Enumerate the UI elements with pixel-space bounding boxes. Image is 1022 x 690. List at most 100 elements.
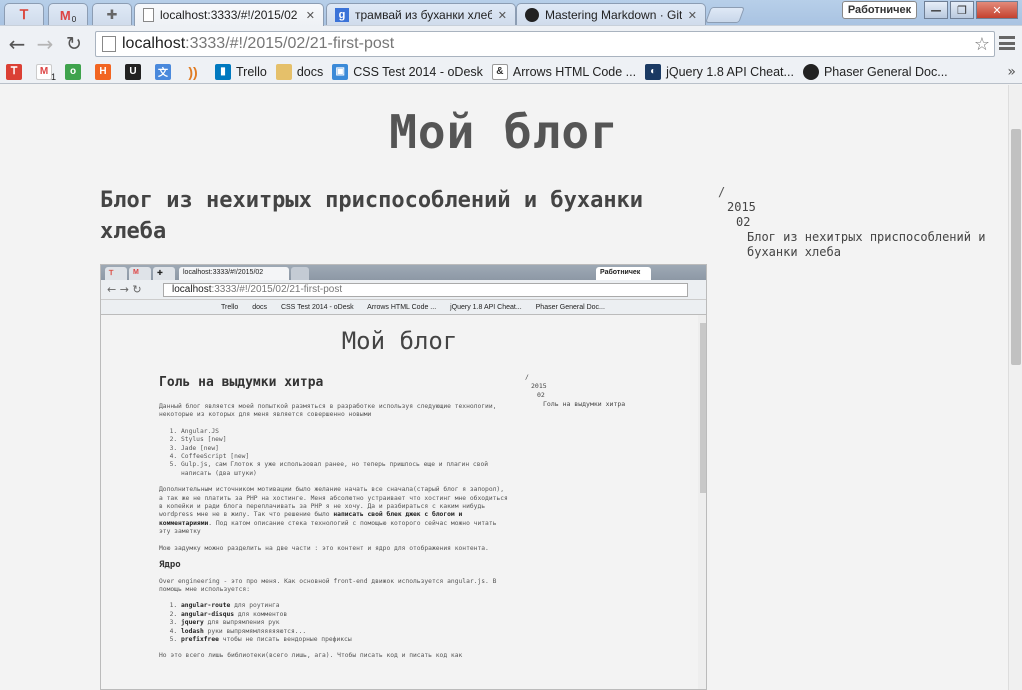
- close-tab-icon[interactable]: ✕: [306, 9, 315, 22]
- mini-archive-root: /: [525, 373, 529, 381]
- tab-pinned-todoist[interactable]: ꓔ: [4, 3, 44, 26]
- list-item: Gulp.js, сам Глоток я уже использовал ра…: [181, 461, 509, 478]
- bookmark-label: CSS Test 2014 - oDesk: [353, 64, 483, 79]
- page-icon: [143, 8, 154, 22]
- lib-desc: для комментов: [234, 610, 288, 618]
- bookmark-trello[interactable]: ▮ Trello: [215, 63, 267, 80]
- bookmark-docs[interactable]: docs: [275, 63, 323, 80]
- archive-post-link[interactable]: Блог из нехитрых приспособлений и буханк…: [718, 230, 988, 260]
- maximize-button[interactable]: ❐: [950, 1, 974, 19]
- trello-icon: ▮: [215, 63, 232, 80]
- lib-desc: чтобы не писать вендорные префиксы: [218, 635, 352, 643]
- list-item: Jade [new]: [181, 445, 509, 453]
- mini-bookmark: docs: [252, 304, 267, 311]
- archive-root-link[interactable]: /: [718, 185, 988, 200]
- bookmark-jquery[interactable]: ◐ jQuery 1.8 API Cheat...: [645, 63, 794, 80]
- mini-bookmark: jQuery 1.8 API Cheat...: [450, 304, 522, 311]
- tab-pinned-extensions[interactable]: ✚: [92, 3, 132, 26]
- lib-name: jquery: [181, 619, 204, 627]
- tab-pinned-gmail[interactable]: M 0: [48, 3, 88, 26]
- bookmark-gmail[interactable]: M1: [36, 62, 56, 82]
- tab-title: localhost:3333/#!/2015/02: [160, 8, 298, 22]
- chrome-menu-icon[interactable]: [999, 36, 1015, 50]
- lib-desc: для выпрямления рук: [203, 619, 280, 627]
- mini-bookmark: Trello: [221, 304, 239, 311]
- address-bar[interactable]: localhost:3333/#!/2015/02/21-first-post …: [95, 31, 995, 57]
- todoist-icon: ꓔ: [6, 63, 22, 80]
- forward-button[interactable]: →: [33, 32, 57, 56]
- mini-url-path: :3333/#!/2015/02/21-first-post: [211, 284, 343, 295]
- bookmark-star-icon[interactable]: ☆: [974, 34, 990, 55]
- tab-github-markdown[interactable]: Mastering Markdown · Git ✕: [516, 3, 706, 26]
- odnoklassniki-icon: ο: [65, 63, 82, 80]
- mini-archive-tree: / 2015 02 Голь на выдумки хитра: [525, 373, 625, 409]
- mini-tab-active: localhost:3333/#!/2015/02: [179, 267, 289, 280]
- list-item: angular-disqus для комментов: [181, 611, 509, 619]
- puzzle-icon: ✚: [106, 7, 118, 22]
- close-tab-icon[interactable]: ✕: [498, 9, 507, 22]
- page-icon: [102, 36, 116, 52]
- bookmark-todoist[interactable]: ꓔ: [6, 63, 27, 80]
- archive-year-link[interactable]: 2015: [718, 200, 988, 215]
- minimize-button[interactable]: —: [924, 1, 948, 19]
- bookmarks-overflow-icon[interactable]: »: [1007, 64, 1016, 80]
- mini-url-host: localhost: [172, 284, 212, 295]
- mini-paragraph: Но это всего лишь библиотеки(всего лишь,…: [159, 652, 463, 660]
- bookmark-label: Arrows HTML Code ...: [512, 64, 637, 79]
- lib-name: angular-disqus: [181, 610, 235, 618]
- bookmark-phaser[interactable]: Phaser General Doc...: [802, 63, 948, 80]
- mini-bookmark: Arrows HTML Code ...: [367, 304, 437, 311]
- arrows-icon: &: [491, 63, 508, 80]
- bookmark-arrows[interactable]: & Arrows HTML Code ...: [491, 63, 637, 80]
- mini-new-tab: [291, 267, 309, 280]
- bookmark-odnoklassniki[interactable]: ο: [65, 63, 86, 80]
- close-tab-icon[interactable]: ✕: [688, 9, 697, 22]
- bookmark-odesk[interactable]: ▣ CSS Test 2014 - oDesk: [332, 63, 483, 80]
- page-scrollbar[interactable]: [1008, 85, 1022, 690]
- bookmarks-bar: ꓔ M1 ο H U 文 )) ▮ Trello docs ▣ CSS Test 2…: [0, 60, 1022, 84]
- bookmark-unsplash[interactable]: U: [125, 63, 146, 80]
- mini-core-list: angular-route для роутинга angular-disqu…: [159, 602, 509, 644]
- mini-tech-list: Angular.JS Stylus [new] Jade [new] Coffe…: [159, 428, 509, 478]
- text: . Под катом описание стека технологий с …: [159, 519, 497, 536]
- scrollbar-thumb[interactable]: [1011, 129, 1021, 365]
- lib-desc: руки выпрямямляяяяяются...: [203, 627, 307, 635]
- new-tab-button[interactable]: [705, 7, 745, 23]
- blog-title[interactable]: Мой блог: [0, 105, 1008, 159]
- post-screenshot-image: ꓔ M ✚ localhost:3333/#!/2015/02 Работнич…: [100, 264, 707, 690]
- folder-icon: [275, 63, 292, 80]
- mini-post-body: Данный блог является моей попыткой размя…: [159, 403, 509, 669]
- mini-profile: Работничек: [596, 267, 651, 280]
- mini-page: Мой блог Голь на выдумки хитра / 2015 02…: [101, 315, 698, 689]
- bookmark-translate[interactable]: 文: [155, 63, 176, 80]
- close-window-button[interactable]: ✕: [976, 1, 1018, 19]
- hackernews-icon: H: [95, 63, 112, 80]
- mini-bookmark: Phaser General Doc...: [535, 304, 605, 311]
- mini-address-bar: localhost:3333/#!/2015/02/21-first-post: [163, 283, 688, 297]
- mini-puzzle-icon: ✚: [153, 267, 175, 280]
- profile-button[interactable]: Работничек: [842, 1, 917, 19]
- reload-button[interactable]: ↻: [62, 32, 86, 56]
- odesk-icon: ▣: [332, 63, 349, 80]
- unread-badge: 1: [51, 71, 57, 82]
- mini-bookmark: CSS Test 2014 - oDesk: [280, 304, 354, 311]
- list-item: angular-route для роутинга: [181, 602, 509, 610]
- lib-desc: для роутинга: [230, 602, 280, 610]
- unread-count: 0: [71, 14, 77, 24]
- tab-strip: ꓔ M 0 ✚ localhost:3333/#!/2015/02 ✕ g тр…: [0, 0, 1022, 26]
- github-icon: [802, 63, 819, 80]
- mini-archive-year: 2015: [531, 382, 547, 390]
- url-host: localhost: [122, 35, 186, 52]
- page-viewport: Мой блог Блог из нехитрых приспособлений…: [0, 85, 1008, 690]
- tab-google-search[interactable]: g трамвай из буханки хлеба ✕: [326, 3, 516, 26]
- bookmark-hackernews[interactable]: H: [95, 63, 116, 80]
- archive-month-link[interactable]: 02: [718, 215, 988, 230]
- bookmark-rss[interactable]: )): [185, 64, 206, 80]
- mini-bookmarks-bar: Trello docs CSS Test 2014 - oDesk Arrows…: [101, 300, 706, 315]
- tab-localhost[interactable]: localhost:3333/#!/2015/02 ✕: [134, 3, 324, 26]
- mini-todoist-icon: ꓔ: [105, 267, 127, 280]
- archive-tree: / 2015 02 Блог из нехитрых приспособлени…: [718, 185, 988, 260]
- list-item: prefixfree чтобы не писать вендорные пре…: [181, 636, 509, 644]
- tab-title: Mastering Markdown · Git: [545, 8, 682, 22]
- back-button[interactable]: ←: [5, 32, 29, 56]
